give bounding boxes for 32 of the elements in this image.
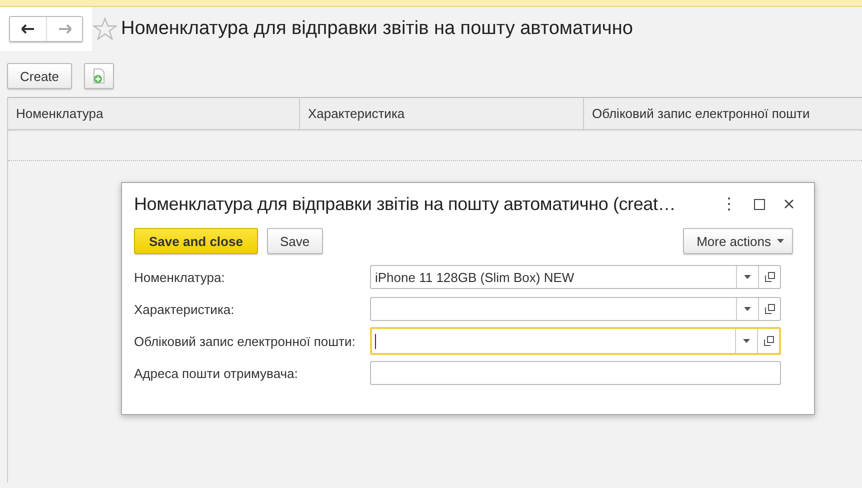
open-window-icon <box>764 272 774 282</box>
create-button[interactable]: Create <box>7 63 72 89</box>
save-and-close-button[interactable]: Save and close <box>134 228 258 254</box>
close-icon <box>784 199 794 209</box>
back-button[interactable] <box>10 17 46 41</box>
page-title: Номенклатура для відправки звітів на пошту автоматично <box>121 18 633 40</box>
right-arrow-icon <box>58 24 72 34</box>
left-arrow-icon <box>21 24 35 34</box>
field-label: Адреса пошти отримувача: <box>134 364 299 383</box>
save-button[interactable]: Save <box>266 228 323 254</box>
column-header[interactable]: Номенклатура <box>8 98 300 129</box>
menu-button[interactable]: ⋮ <box>714 192 744 216</box>
caret-icon <box>777 239 784 243</box>
caret-icon <box>743 339 750 343</box>
input-field[interactable]: iPhone 11 128GB (Slim Box) NEW <box>370 265 781 289</box>
document-add-icon <box>92 68 106 84</box>
column-header[interactable]: Характеристика <box>300 98 584 129</box>
input-field[interactable] <box>370 297 781 321</box>
caret-icon <box>744 307 751 311</box>
more-actions-button[interactable]: More actions <box>682 228 793 254</box>
open-window-icon <box>764 336 774 346</box>
field-label: Характеристика: <box>134 300 236 319</box>
input-field[interactable] <box>370 327 781 355</box>
column-header[interactable]: Обліковий запис електронної пошти <box>584 98 862 129</box>
field-label: Номенклатура: <box>134 268 226 287</box>
dialog-title: Номенклатура для відправки звітів на пошту автоматично (creat… <box>134 194 677 214</box>
caret-icon <box>744 275 751 279</box>
maximize-icon <box>754 198 764 210</box>
field-label: Обліковий запис електронної пошти: <box>134 332 356 351</box>
star-icon[interactable] <box>93 17 117 41</box>
open-window-icon <box>764 304 774 314</box>
input-field[interactable] <box>370 361 781 385</box>
